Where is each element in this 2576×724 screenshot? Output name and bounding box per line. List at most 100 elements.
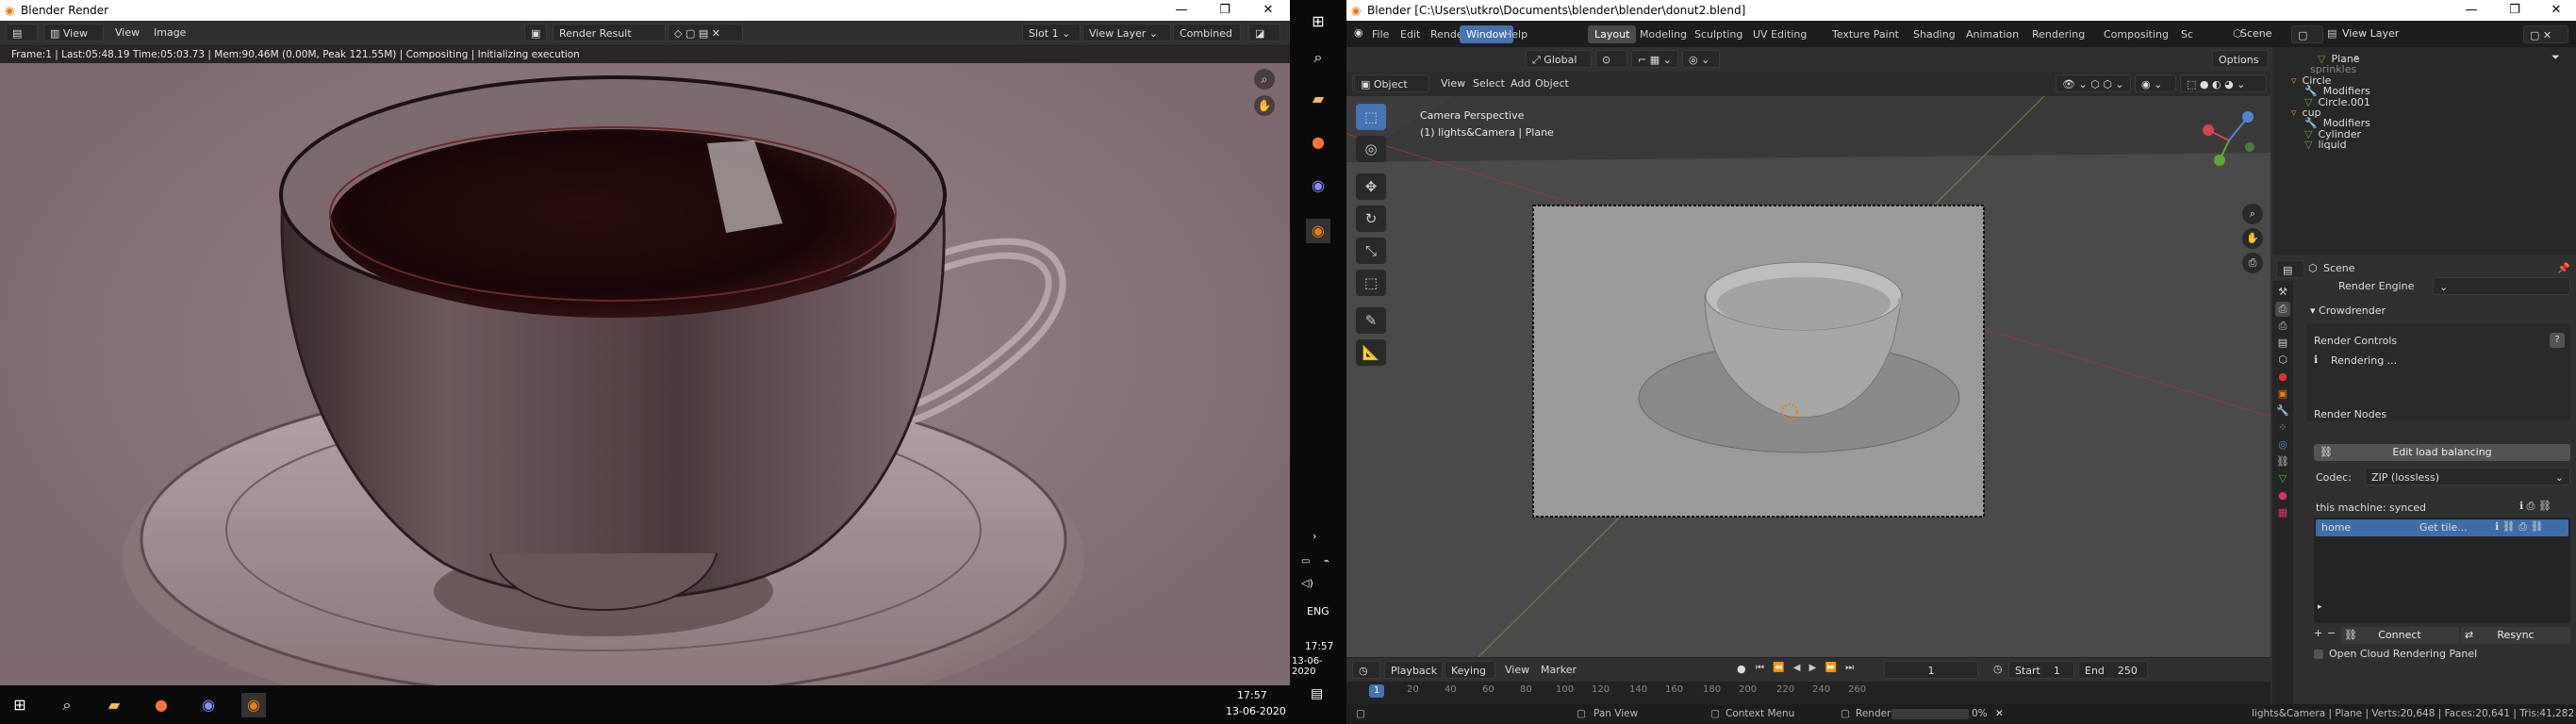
options-dropdown[interactable]: Options ⌄: [2212, 50, 2269, 84]
menu-object[interactable]: Object: [1535, 77, 1569, 90]
search-icon[interactable]: ⌕: [1306, 45, 1330, 70]
machine-actions[interactable]: ℹ ⎙ ⛓: [2519, 500, 2551, 513]
menu-view[interactable]: View: [1441, 77, 1465, 90]
tab-modeling[interactable]: Modeling: [1633, 25, 1693, 43]
view-layer-dropdown[interactable]: View Layer ⌄: [1082, 24, 1171, 41]
add-icon[interactable]: +: [2314, 627, 2322, 639]
outliner-item[interactable]: ▽ liquid: [2304, 137, 2347, 154]
editor-type-button[interactable]: ◷ ⌄: [1352, 661, 1380, 695]
material-tab-icon[interactable]: ●: [2275, 488, 2290, 503]
windows-icon[interactable]: ⊞: [1306, 9, 1330, 34]
menu-file[interactable]: File: [1365, 25, 1395, 43]
object-mode-dropdown[interactable]: ▣ Object Mode: [1354, 74, 1429, 108]
proportional-edit[interactable]: ◎ ⌄: [1682, 50, 1720, 68]
node-row[interactable]: home Get tile... ℹ ⛓ ⎙ ⛓: [2316, 519, 2568, 536]
tab-sculpting[interactable]: Sculpting: [1688, 25, 1749, 43]
expand-icon[interactable]: ▸: [2318, 602, 2322, 612]
help-icon[interactable]: ?: [2550, 333, 2565, 348]
windows-icon[interactable]: ⊞: [8, 693, 32, 717]
render-engine-dropdown[interactable]: ⌄: [2433, 277, 2570, 295]
remove-icon[interactable]: −: [2327, 627, 2336, 639]
view-mode-dropdown[interactable]: ▥ View ⌄: [43, 24, 104, 58]
playback-dropdown[interactable]: Playback ⌄: [1384, 661, 1443, 695]
menu-view[interactable]: View: [1505, 664, 1529, 676]
navigation-gizmo[interactable]: [2191, 107, 2267, 173]
3d-viewport[interactable]: Camera Perspective (1) lights&Camera | P…: [1346, 96, 2271, 657]
display-channels-button[interactable]: ◪ ⌄: [1248, 24, 1280, 58]
file-explorer-icon[interactable]: ▰: [102, 693, 126, 717]
transform-orientation-dropdown[interactable]: ⤢ Global ⌄: [1526, 50, 1592, 84]
file-explorer-icon[interactable]: ▰: [1306, 87, 1330, 111]
tab-shading[interactable]: Shading: [1907, 25, 1962, 43]
slot-dropdown[interactable]: Slot 1 ⌄: [1022, 24, 1081, 41]
pivot-dropdown[interactable]: ⊙ ⌄: [1595, 50, 1627, 84]
editor-type-button[interactable]: ▤ ⌄: [2276, 260, 2304, 294]
zoom-icon[interactable]: ⌕: [2242, 204, 2263, 224]
view-layer-field[interactable]: View Layer: [2342, 27, 2399, 40]
camera-view-icon[interactable]: ⎙: [2242, 253, 2263, 273]
maximize-button[interactable]: ❐: [1203, 0, 1247, 21]
pan-hand-icon[interactable]: ✋: [2242, 228, 2263, 249]
world-tab-icon[interactable]: ●: [2275, 370, 2290, 385]
minimize-button[interactable]: —: [2450, 0, 2493, 21]
image-name-field[interactable]: Render Result: [553, 24, 666, 41]
tab-uv-editing[interactable]: UV Editing: [1746, 25, 1813, 43]
constraints-tab-icon[interactable]: ⛓: [2275, 454, 2290, 469]
language-indicator[interactable]: ENG: [1307, 605, 1329, 617]
pin-icon[interactable]: 📌: [2557, 262, 2570, 274]
physics-tab-icon[interactable]: ◎: [2275, 437, 2290, 452]
edit-load-balancing-button[interactable]: ⛓ Edit load balancing: [2314, 444, 2570, 461]
connect-button[interactable]: ⛓ Connect: [2340, 627, 2459, 644]
pan-hand-icon[interactable]: ✋: [1254, 95, 1275, 116]
select-box-tool[interactable]: ⬚: [1356, 104, 1386, 130]
data-tab-icon[interactable]: ▽: [2275, 471, 2290, 486]
menu-edit[interactable]: Edit: [1394, 25, 1427, 43]
particles-tab-icon[interactable]: ⁘: [2275, 420, 2290, 436]
cursor-tool[interactable]: ◎: [1356, 136, 1386, 162]
transform-tool[interactable]: ⬚: [1356, 270, 1386, 296]
rotate-tool[interactable]: ↻: [1356, 206, 1386, 232]
start-frame-field[interactable]: Start 1: [2008, 661, 2074, 679]
menu-image[interactable]: Image: [154, 26, 186, 39]
tab-layout[interactable]: Layout: [1588, 25, 1637, 43]
pass-dropdown[interactable]: Combined ⌄: [1173, 24, 1241, 58]
notification-icon[interactable]: ▤: [1311, 686, 1323, 701]
menu-help[interactable]: Help: [1497, 25, 1534, 43]
snap-toggle[interactable]: ⌐ ▦ ⌄: [1631, 50, 1678, 68]
image-actions[interactable]: ◇ ▢ ▤ ✕: [668, 24, 743, 41]
open-cloud-checkbox[interactable]: [2314, 650, 2323, 659]
annotate-tool[interactable]: ✎: [1356, 307, 1386, 334]
scene-actions[interactable]: ▢ ✕: [2291, 25, 2323, 59]
render-tab-icon[interactable]: ⎙: [2275, 302, 2290, 317]
menu-marker[interactable]: Marker: [1541, 664, 1577, 676]
preview-range-icon[interactable]: ◷: [1993, 663, 2003, 675]
network-icon[interactable]: ⌁: [1324, 556, 1329, 567]
overlay-toggle[interactable]: ◉ ⌄: [2135, 74, 2176, 92]
panel-header-crowdrender[interactable]: ▾ Crowdrender: [2310, 304, 2386, 317]
object-tab-icon[interactable]: ▣: [2275, 387, 2290, 402]
shading-modes[interactable]: ⬚ ● ◐ ◕ ⌄: [2180, 74, 2267, 92]
measure-tool[interactable]: 📐: [1356, 339, 1386, 366]
image-browse-button[interactable]: ▣: [524, 24, 547, 41]
cancel-render-button[interactable]: ✕: [1995, 704, 2004, 724]
current-frame-field[interactable]: 1: [1884, 661, 1978, 679]
scale-tool[interactable]: ⤡: [1356, 238, 1386, 264]
tab-texture-paint[interactable]: Texture Paint: [1825, 25, 1906, 43]
render-result-image[interactable]: ⌕ ✋: [0, 63, 1290, 685]
scene-field[interactable]: Scene: [2240, 27, 2289, 40]
node-row-icons[interactable]: ℹ ⛓ ⎙ ⛓: [2495, 520, 2543, 534]
end-frame-field[interactable]: End 250: [2078, 661, 2148, 679]
modifier-tab-icon[interactable]: 🔧: [2275, 403, 2290, 419]
resync-button[interactable]: ⇄ Resync: [2461, 627, 2570, 644]
menu-add[interactable]: Add: [1511, 77, 1530, 90]
view-layer-actions[interactable]: ▢ ✕: [2523, 25, 2568, 43]
blender-icon[interactable]: ◉: [241, 693, 266, 717]
search-icon[interactable]: ⌕: [55, 693, 79, 717]
firefox-icon[interactable]: ●: [149, 693, 173, 717]
maximize-button[interactable]: ❐: [2493, 0, 2536, 21]
tab-rendering[interactable]: Rendering: [2025, 25, 2091, 43]
scene-tab-icon[interactable]: ⬡: [2275, 353, 2290, 368]
timeline-ruler[interactable]: 1 20 40 60 80 100 120 140 160 180 200 22…: [1346, 682, 2271, 704]
menu-view[interactable]: View: [115, 26, 140, 39]
output-tab-icon[interactable]: ⎙: [2275, 319, 2290, 334]
